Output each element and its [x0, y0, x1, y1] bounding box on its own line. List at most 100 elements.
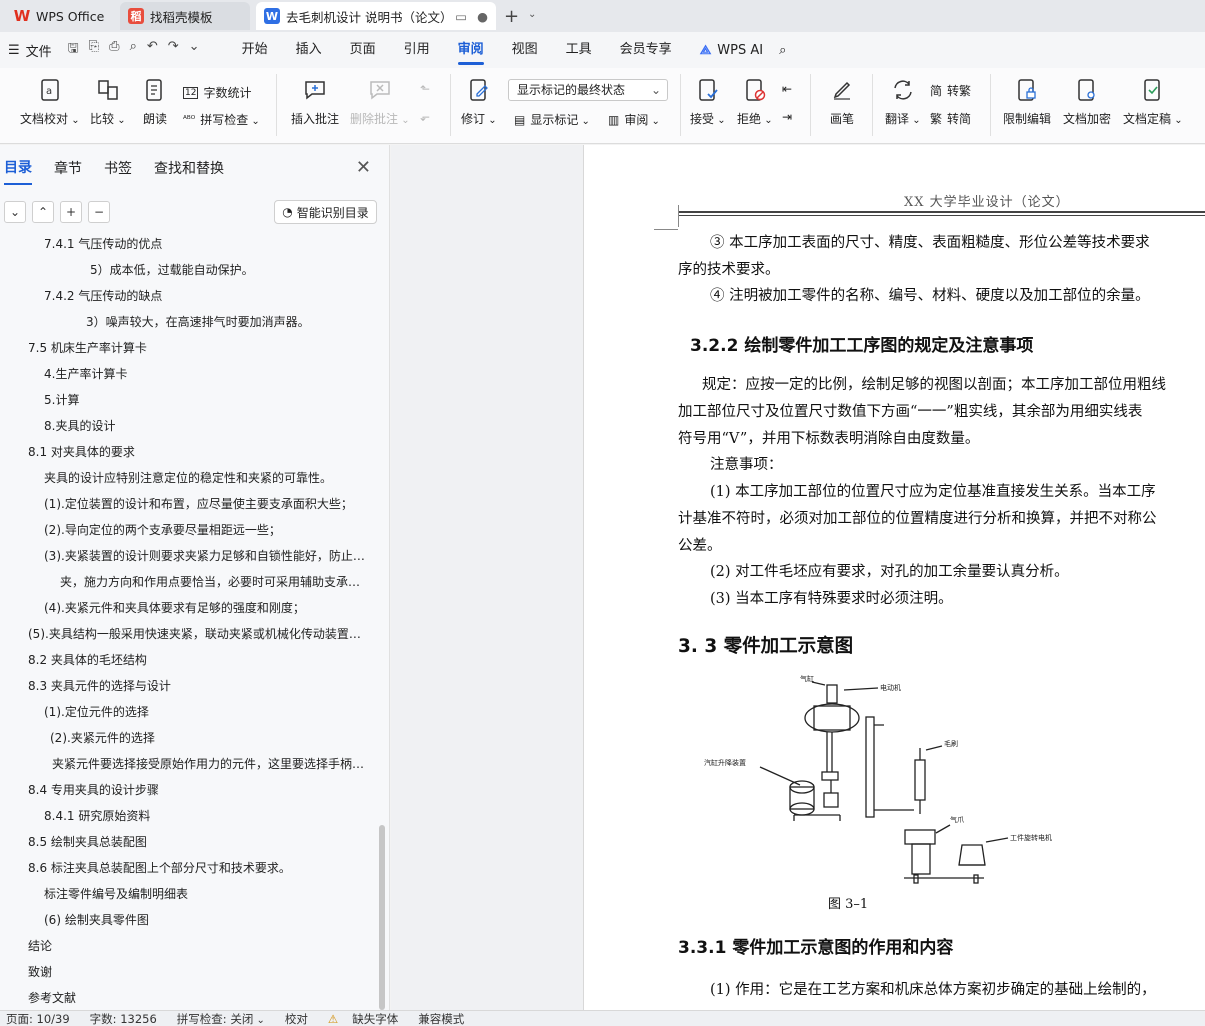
next-comment-icon[interactable]: ⬐ — [420, 110, 430, 124]
toc-item[interactable]: (6) 绘制夹具零件图 — [44, 910, 372, 930]
insert-comment-label: 插入批注 — [291, 112, 340, 126]
review-pane-button[interactable]: ▥ 审阅 — [608, 111, 660, 128]
toc-item[interactable]: ▼7.4.2 气压传动的缺点 — [44, 286, 372, 306]
tab-chapters[interactable]: 章节 — [54, 152, 82, 184]
navigation-pane: 目录 章节 书签 查找和替换 ✕ ⌄ ⌃ + − ◔ 智能识别目录 ▼7.4.1… — [0, 145, 390, 1010]
remove-heading-button[interactable]: − — [88, 201, 110, 223]
new-tab-button[interactable]: + — [504, 6, 519, 27]
doc-encrypt-button[interactable]: 文档加密 — [1063, 76, 1111, 127]
toc-item[interactable]: 3）噪声较大，在高速排气时要加消声器。 — [86, 312, 372, 332]
toc-item[interactable]: ▼7.4.1 气压传动的优点 — [44, 234, 372, 254]
toc-scrollbar[interactable] — [379, 825, 385, 1010]
search-icon[interactable]: ⌕ — [779, 43, 786, 58]
menu-view[interactable]: 视图 — [498, 33, 552, 67]
menu-tools[interactable]: 工具 — [552, 33, 606, 67]
add-heading-button[interactable]: + — [60, 201, 82, 223]
close-icon[interactable]: ✕ — [356, 157, 371, 178]
word-count-status[interactable]: 字数: 13256 — [90, 1011, 157, 1026]
wps-ai-button[interactable]: ⟁ WPS AI ⌕ — [700, 43, 787, 58]
compare-button[interactable]: 比较 — [90, 76, 126, 127]
page-indicator[interactable]: 页面: 10/39 — [6, 1011, 70, 1026]
expand-all-button[interactable]: ⌃ — [32, 201, 54, 223]
menu-review[interactable]: 审阅 — [444, 33, 498, 67]
file-menu[interactable]: ☰ 文件 — [8, 41, 52, 60]
redo-icon[interactable]: ↷ — [168, 39, 179, 61]
toc-item[interactable]: 标注零件编号及编制明细表 — [44, 884, 372, 904]
toc-item[interactable]: 夹具的设计应特别注意定位的稳定性和夹紧的可靠性。 — [44, 468, 372, 488]
tab-toc[interactable]: 目录 — [4, 151, 32, 185]
toc-item[interactable]: (5).夹具结构一般采用快速夹紧，联动夹紧或机械化传动装置以提高生产率 — [28, 624, 372, 644]
menu-home[interactable]: 开始 — [228, 33, 282, 67]
menu-page[interactable]: 页面 — [336, 33, 390, 67]
export-icon[interactable]: ⎘ — [89, 39, 99, 61]
tab-bookmarks[interactable]: 书签 — [104, 152, 132, 184]
toc-item[interactable]: 夹，施力方向和作用点要恰当，必要时可采用辅助支承或浮动夹紧装置 — [60, 572, 372, 592]
collapse-all-button[interactable]: ⌄ — [4, 201, 26, 223]
prev-comment-icon[interactable]: ⬑ — [420, 82, 430, 96]
tab-template[interactable]: 稻 找稻壳模板 — [120, 2, 250, 30]
toc-item[interactable]: (1).定位元件的选择 — [44, 702, 372, 722]
toc-item[interactable]: ▼8.3 夹具元件的选择与设计 — [28, 676, 372, 696]
show-markup-button[interactable]: ▤ 显示标记 — [514, 111, 590, 128]
tab-document[interactable]: W 去毛刺机设计 说明书（论文） ▭ ● — [256, 2, 496, 30]
prev-change-icon[interactable]: ⇤ — [782, 82, 792, 96]
revise-button[interactable]: 修订 — [461, 76, 497, 127]
doc-check-button[interactable]: a 文档校对 — [20, 76, 80, 127]
toc-item[interactable]: 5.计算 — [44, 390, 372, 410]
toc-item[interactable]: ▼7.5 机床生产率计算卡 — [28, 338, 372, 358]
tab-find-replace[interactable]: 查找和替换 — [154, 152, 224, 184]
toc-item[interactable]: 8.夹具的设计 — [44, 416, 372, 436]
menu-member[interactable]: 会员专享 — [606, 33, 686, 67]
read-aloud-button[interactable]: 朗读 — [141, 76, 169, 127]
toc-item[interactable]: (1).定位装置的设计和布置，应尽量使主要支承面积大些； — [44, 494, 372, 514]
toc-item[interactable]: (2).夹紧元件的选择 — [50, 728, 372, 748]
markup-state-select[interactable]: 显示标记的最终状态 ⌄ — [508, 79, 668, 101]
toc-item[interactable]: ▼8.1 对夹具体的要求 — [28, 442, 372, 462]
missing-font-status[interactable]: 缺失字体 — [352, 1011, 398, 1026]
translate-button[interactable]: 翻译 — [885, 76, 921, 127]
undo-icon[interactable]: ↶ — [147, 39, 158, 61]
to-traditional-button[interactable]: 简 转繁 — [930, 82, 971, 99]
insert-comment-button[interactable]: 插入批注 — [291, 76, 339, 127]
toc-item[interactable]: (4).夹紧元件和夹具体要求有足够的强度和刚度； — [44, 598, 372, 618]
unsaved-dot-icon[interactable]: ● — [477, 9, 488, 24]
to-simplified-button[interactable]: 繁 转简 — [930, 110, 971, 127]
more-chevron-icon[interactable]: ⌄ — [189, 39, 200, 61]
toc-item[interactable]: 参考文献 — [28, 988, 372, 1008]
spell-check-button[interactable]: ᴬᴮᴼ 拼写检查 — [183, 111, 260, 128]
next-change-icon[interactable]: ⇥ — [782, 110, 792, 124]
toc-item[interactable]: (2).导向定位的两个支承要尽量相距远一些； — [44, 520, 372, 540]
toc-item[interactable]: 结论 — [28, 936, 372, 956]
print-preview-icon[interactable]: ⌕ — [130, 39, 137, 61]
toc-item[interactable]: 8.5 绘制夹具总装配图 — [28, 832, 372, 852]
tab-wps-office[interactable]: W WPS Office — [6, 2, 118, 30]
menu-references[interactable]: 引用 — [390, 33, 444, 67]
toc-item[interactable]: 8.2 夹具体的毛坯结构 — [28, 650, 372, 670]
doc-finalize-button[interactable]: 文档定稿 — [1123, 76, 1183, 127]
spell-check-status[interactable]: 拼写检查: 关闭 — [177, 1011, 265, 1026]
proof-status[interactable]: 校对 — [285, 1011, 308, 1026]
toc-item[interactable]: ▼8.4 专用夹具的设计步骤 — [28, 780, 372, 800]
save-icon[interactable]: 🖫 — [68, 39, 79, 61]
accept-button[interactable]: 接受 — [690, 76, 726, 127]
screen-icon[interactable]: ▭ — [455, 9, 467, 24]
smart-toc-button[interactable]: ◔ 智能识别目录 — [274, 200, 377, 224]
reject-button[interactable]: 拒绝 — [737, 76, 773, 127]
delete-comment-button[interactable]: 删除批注 — [350, 76, 410, 127]
toc-item[interactable]: 致谢 — [28, 962, 372, 982]
toc-item-label: (4).夹紧元件和夹具体要求有足够的强度和刚度； — [44, 601, 305, 615]
toc-item[interactable]: ▼(3).夹紧装置的设计则要求夹紧力足够和自锁性能好，防止工件在加工中产生振动和… — [44, 546, 372, 566]
menu-insert[interactable]: 插入 — [282, 33, 336, 67]
toc-item[interactable]: 夹紧元件要选择接受原始作用力的元件，这里要选择手柄和螺杆作为夹紧元件 — [52, 754, 372, 774]
document-page[interactable]: XX 大学毕业设计（论文） ③ 本工序加工表面的尺寸、精度、表面粗糙度、形位公差… — [583, 145, 1205, 1010]
toc-item[interactable]: 8.4.1 研究原始资料 — [44, 806, 372, 826]
toc-item[interactable]: 5）成本低，过载能自动保护。 — [90, 260, 372, 280]
pen-button[interactable]: 画笔 — [828, 76, 856, 127]
print-icon[interactable]: ⎙ — [109, 39, 119, 61]
heading-3-2-2: 3.2.2 绘制零件加工工序图的规定及注意事项 — [690, 336, 1034, 356]
toc-item[interactable]: 4.生产率计算卡 — [44, 364, 372, 384]
chevron-down-icon[interactable]: ⌄ — [528, 9, 536, 20]
word-count-button[interactable]: 12 字数统计 — [183, 84, 251, 101]
restrict-edit-button[interactable]: 限制编辑 — [1003, 76, 1051, 127]
toc-item[interactable]: ▼8.6 标注夹具总装配图上个部分尺寸和技术要求。 — [28, 858, 372, 878]
